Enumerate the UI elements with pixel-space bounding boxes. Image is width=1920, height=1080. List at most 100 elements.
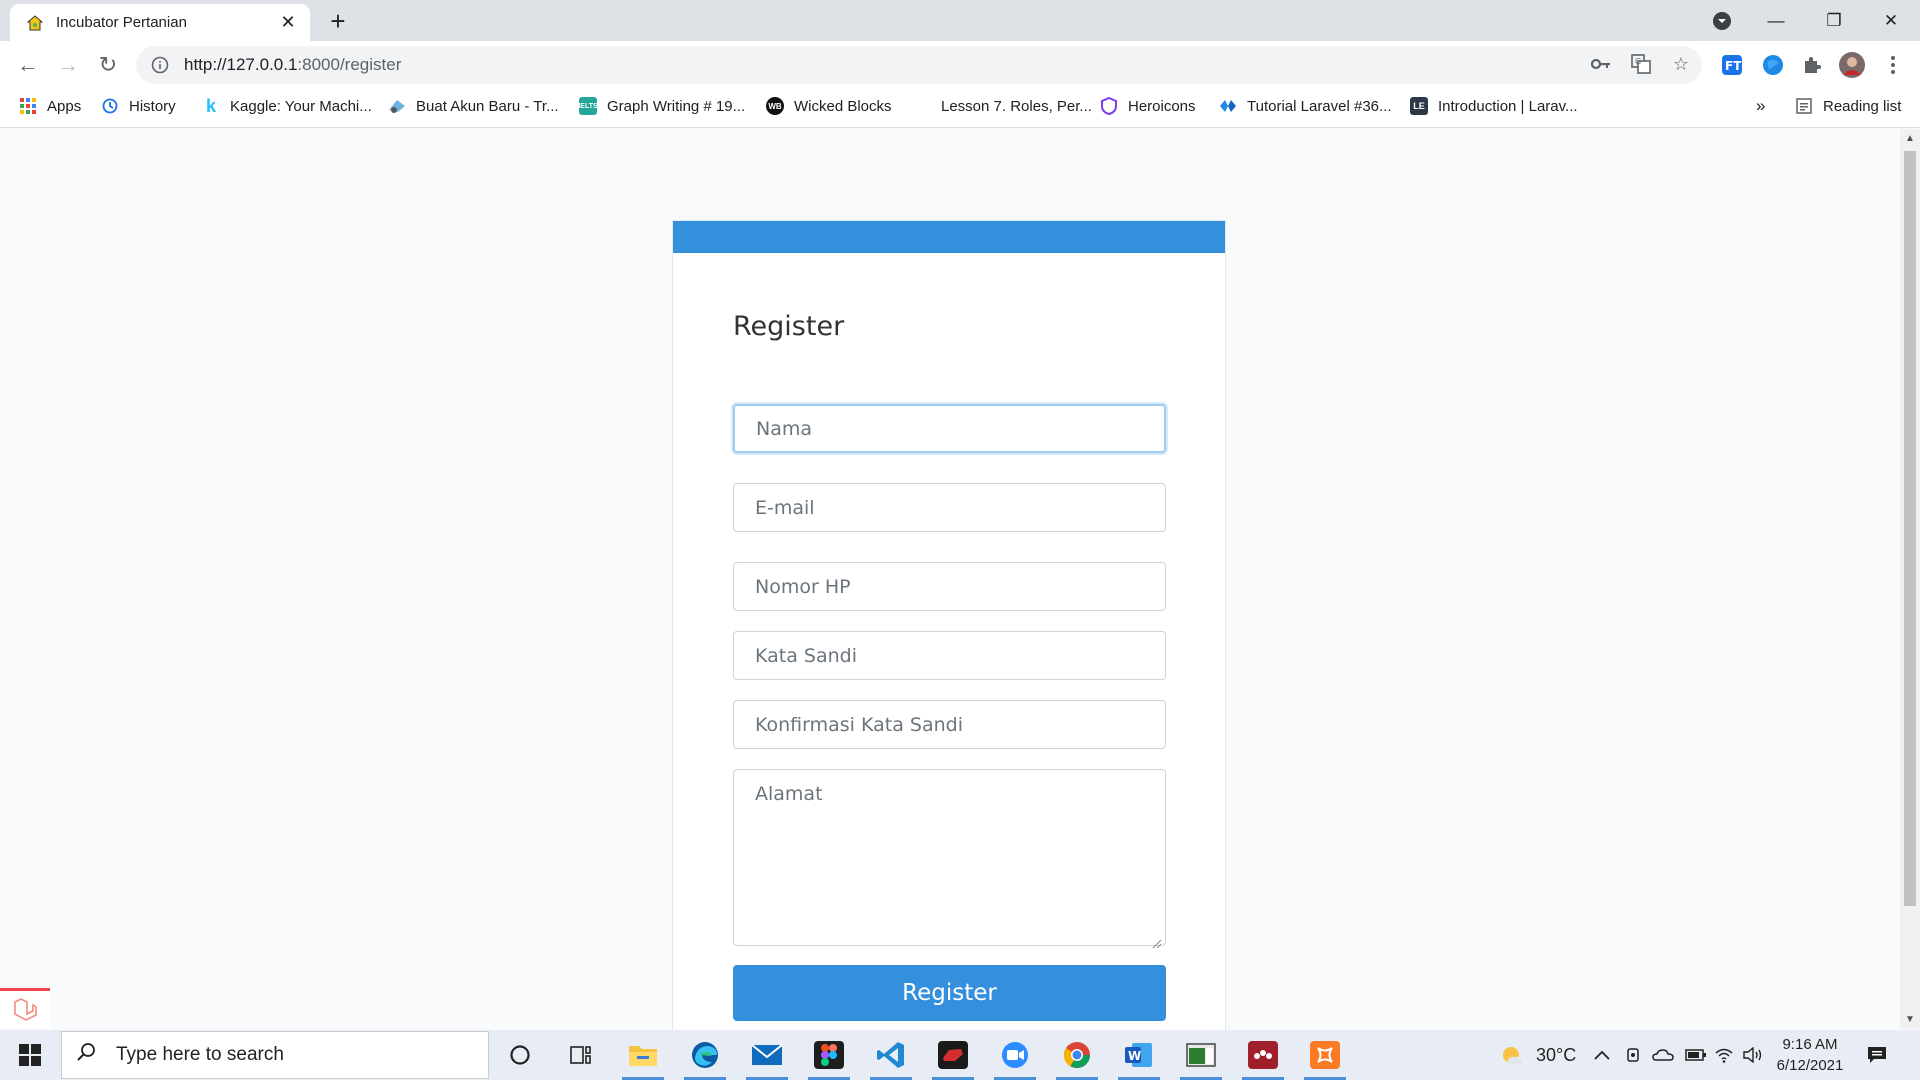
- tab-close-icon[interactable]: ✕: [278, 12, 298, 33]
- clock-time: 9:16 AM: [1782, 1036, 1838, 1053]
- chrome-icon[interactable]: [1052, 1035, 1102, 1080]
- clock-date: 6/12/2021: [1776, 1057, 1844, 1074]
- bookmark-heroicons[interactable]: Heroicons: [1100, 88, 1196, 124]
- figma-icon[interactable]: [804, 1035, 854, 1080]
- nomor-hp-input[interactable]: Nomor HP: [733, 562, 1166, 611]
- site-favicon-icon: [26, 14, 44, 32]
- bookmark-label: Wicked Blocks: [794, 97, 892, 115]
- taskbar-search-box[interactable]: Type here to search: [61, 1031, 489, 1079]
- reading-list-button[interactable]: Reading list: [1795, 88, 1901, 124]
- laravel-debug-icon[interactable]: [0, 988, 50, 1028]
- password-confirm-input[interactable]: Konfirmasi Kata Sandi: [733, 700, 1166, 749]
- file-explorer-icon[interactable]: [618, 1035, 668, 1080]
- page-scrollbar[interactable]: ▲ ▼: [1900, 129, 1920, 1029]
- back-button[interactable]: ←: [12, 49, 44, 81]
- close-window-button[interactable]: ✕: [1862, 0, 1920, 41]
- password-input[interactable]: Kata Sandi: [733, 631, 1166, 680]
- resize-handle-icon[interactable]: [1152, 932, 1162, 949]
- cortana-icon[interactable]: [495, 1035, 545, 1075]
- extension-globe-icon[interactable]: [1758, 50, 1788, 80]
- ielts-icon: IELTS: [578, 97, 598, 115]
- bookmark-label: Lesson 7. Roles, Per...: [941, 97, 1092, 115]
- url-text: http://127.0.0.1:8000/register: [184, 55, 401, 75]
- alamat-placeholder: Alamat: [755, 783, 823, 805]
- browser-toolbar: ← → ↻ http://127.0.0.1:8000/register G ☆: [0, 41, 1920, 88]
- diamond-icon: [1219, 97, 1237, 115]
- volume-icon[interactable]: [1743, 1030, 1765, 1080]
- bookmark-traveloka[interactable]: Buat Akun Baru - Tr...: [388, 88, 559, 124]
- mail-icon[interactable]: [742, 1035, 792, 1080]
- browser-tab[interactable]: Incubator Pertanian ✕: [10, 4, 310, 41]
- bookmark-tutorial-laravel[interactable]: Tutorial Laravel #36...: [1219, 88, 1392, 124]
- weather-temp: 30°C: [1536, 1044, 1577, 1065]
- bookmark-history[interactable]: History: [101, 88, 176, 124]
- extensions-puzzle-icon[interactable]: [1797, 50, 1827, 80]
- forward-button[interactable]: →: [52, 49, 84, 81]
- bookmark-kaggle[interactable]: k Kaggle: Your Machi...: [202, 88, 372, 124]
- email-input[interactable]: E-mail: [733, 483, 1166, 532]
- tab-bar: Incubator Pertanian ✕ + — ❐ ✕: [0, 0, 1920, 41]
- show-hidden-icons-icon[interactable]: [1594, 1030, 1610, 1080]
- heroicons-icon: [1100, 97, 1118, 115]
- bookmark-apps[interactable]: Apps: [19, 88, 81, 124]
- url-path: :8000/register: [297, 55, 402, 74]
- bookmarks-overflow-button[interactable]: »: [1756, 88, 1765, 124]
- new-tab-button[interactable]: +: [323, 7, 353, 35]
- zoom-icon[interactable]: [990, 1035, 1040, 1080]
- scrollbar-thumb[interactable]: [1904, 151, 1916, 906]
- tab-search-button[interactable]: [1693, 0, 1751, 41]
- extension-ft-icon[interactable]: FT: [1717, 50, 1747, 80]
- green-window-app-icon[interactable]: [1176, 1035, 1226, 1080]
- bookmark-star-icon[interactable]: ☆: [1667, 50, 1695, 78]
- minimize-button[interactable]: —: [1747, 0, 1805, 41]
- bookmark-lesson7[interactable]: Lesson 7. Roles, Per...: [913, 88, 1092, 124]
- history-icon: [101, 97, 119, 115]
- nama-input[interactable]: Nama: [733, 404, 1166, 453]
- bookmark-label: Introduction | Larav...: [1438, 97, 1578, 115]
- word-icon[interactable]: W: [1114, 1035, 1164, 1080]
- address-bar[interactable]: http://127.0.0.1:8000/register: [136, 46, 1702, 84]
- scroll-down-icon[interactable]: ▼: [1900, 1014, 1920, 1025]
- svg-text:G: G: [1635, 57, 1641, 66]
- battery-icon[interactable]: [1685, 1030, 1707, 1080]
- bookmark-introduction-laravel[interactable]: LE Introduction | Larav...: [1410, 88, 1578, 124]
- weather-widget[interactable]: 30°C: [1500, 1030, 1576, 1080]
- wifi-icon[interactable]: [1714, 1030, 1734, 1080]
- onedrive-icon[interactable]: [1652, 1030, 1674, 1080]
- windows-start-icon[interactable]: [12, 1040, 48, 1070]
- reading-list-icon: [1795, 97, 1813, 115]
- site-info-icon[interactable]: [150, 55, 170, 75]
- page-title: Register: [733, 311, 845, 342]
- reload-button[interactable]: ↻: [92, 49, 124, 81]
- red-app-icon[interactable]: [928, 1035, 978, 1080]
- bookmark-label: Heroicons: [1128, 97, 1196, 115]
- svg-text:W: W: [1128, 1049, 1141, 1063]
- register-button[interactable]: Register: [733, 965, 1166, 1021]
- meet-now-icon[interactable]: [1626, 1030, 1642, 1080]
- scroll-up-icon[interactable]: ▲: [1900, 133, 1920, 144]
- key-icon[interactable]: [1587, 50, 1615, 78]
- svg-text:FT: FT: [1725, 59, 1742, 73]
- task-view-icon[interactable]: [556, 1035, 606, 1075]
- mendeley-icon[interactable]: [1238, 1035, 1288, 1080]
- blank-icon: [913, 97, 931, 115]
- edge-icon[interactable]: [680, 1035, 730, 1080]
- bookmark-label: Tutorial Laravel #36...: [1247, 97, 1392, 115]
- bookmark-label: History: [129, 97, 176, 115]
- bookmark-graph-writing[interactable]: IELTS Graph Writing # 19...: [578, 88, 745, 124]
- bookmark-wicked-blocks[interactable]: WB Wicked Blocks: [766, 88, 892, 124]
- profile-avatar[interactable]: [1837, 50, 1867, 80]
- restore-button[interactable]: ❐: [1805, 0, 1863, 41]
- wicked-blocks-icon: WB: [766, 97, 784, 115]
- weather-sun-icon: [1503, 1047, 1523, 1064]
- vscode-icon[interactable]: [866, 1035, 916, 1080]
- translate-icon[interactable]: G: [1627, 50, 1655, 78]
- system-clock[interactable]: 9:16 AM 6/12/2021: [1772, 1034, 1848, 1076]
- notifications-icon[interactable]: [1866, 1030, 1888, 1080]
- le-icon: LE: [1410, 97, 1428, 115]
- bookmark-label: Kaggle: Your Machi...: [230, 97, 372, 115]
- bookmarks-bar: Apps History k Kaggle: Your Machi... Bua…: [0, 88, 1920, 128]
- alamat-textarea[interactable]: Alamat: [733, 769, 1166, 949]
- xampp-icon[interactable]: [1300, 1035, 1350, 1080]
- browser-menu-icon[interactable]: [1878, 50, 1908, 80]
